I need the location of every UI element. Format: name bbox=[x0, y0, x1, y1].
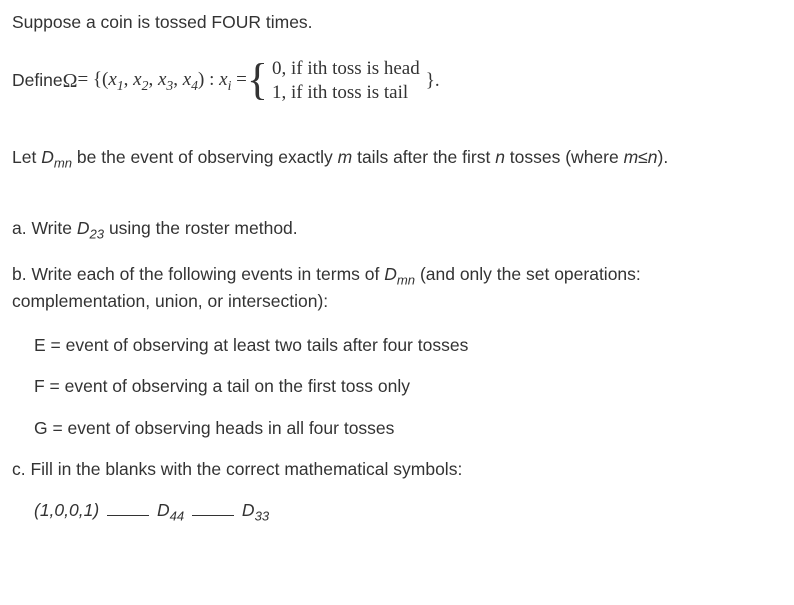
D33: D bbox=[242, 500, 255, 520]
blank-1[interactable] bbox=[107, 508, 149, 517]
D44: D bbox=[157, 500, 170, 520]
close-brace-period: }. bbox=[426, 67, 440, 95]
eq2: = bbox=[231, 69, 246, 90]
x2: x bbox=[133, 69, 141, 90]
D-mn2: D bbox=[384, 264, 397, 284]
c2: , bbox=[148, 69, 158, 90]
sub-mn2: mn bbox=[397, 272, 415, 287]
let-e: ). bbox=[658, 147, 669, 167]
n-it: n bbox=[495, 147, 505, 167]
question-c: c. Fill in the blanks with the correct m… bbox=[12, 457, 782, 482]
intro: Suppose a coin is tossed FOUR times. bbox=[12, 12, 313, 32]
intro-text: Suppose a coin is tossed FOUR times. bbox=[12, 10, 782, 35]
m-it: m bbox=[338, 147, 353, 167]
event-g: G = event of observing heads in all four… bbox=[34, 416, 782, 441]
cases-column: 0, if ith toss is head 1, if ith toss is… bbox=[272, 57, 420, 105]
D-mn: D bbox=[41, 147, 54, 167]
c3: , bbox=[173, 69, 183, 90]
blank-2[interactable] bbox=[192, 508, 234, 517]
left-brace-icon: { bbox=[247, 60, 268, 100]
qa-a: a. Write bbox=[12, 218, 77, 238]
mn-cond: m≤n bbox=[624, 147, 658, 167]
define-row: Define Ω = {(x1, x2, x3, x4) : xi = { 0,… bbox=[12, 57, 782, 105]
fill-blank-expression: (1,0,0,1) D44 D33 bbox=[34, 498, 782, 526]
sub-mn: mn bbox=[54, 155, 72, 170]
event-e: E = event of observing at least two tail… bbox=[34, 333, 782, 358]
x1: x bbox=[108, 69, 116, 90]
close-set: ) : bbox=[198, 69, 219, 90]
sub-list: E = event of observing at least two tail… bbox=[34, 333, 782, 441]
sub33: 33 bbox=[255, 509, 270, 524]
question-a: a. Write D23 using the roster method. bbox=[12, 216, 782, 244]
qa-b: using the roster method. bbox=[104, 218, 298, 238]
D23: D bbox=[77, 218, 90, 238]
event-f: F = event of observing a tail on the fir… bbox=[34, 374, 782, 399]
sub44: 44 bbox=[170, 509, 185, 524]
case-0: 0, if ith toss is head bbox=[272, 57, 420, 81]
case-1: 1, if ith toss is tail bbox=[272, 81, 420, 105]
x4s: 4 bbox=[191, 78, 198, 93]
eq1: = {( bbox=[77, 69, 108, 90]
cases-wrap: { 0, if ith toss is head 1, if ith toss … bbox=[247, 57, 420, 105]
let-c: tails after the first bbox=[352, 147, 495, 167]
eq-part1: = {(x1, x2, x3, x4) : xi = bbox=[77, 66, 246, 96]
define-prefix: Define bbox=[12, 68, 63, 93]
let-a: Let bbox=[12, 147, 41, 167]
c1: , bbox=[124, 69, 134, 90]
question-b: b. Write each of the following events in… bbox=[12, 262, 782, 315]
x4: x bbox=[183, 69, 191, 90]
let-paragraph: Let Dmn be the event of observing exactl… bbox=[12, 145, 782, 173]
x1s: 1 bbox=[117, 78, 124, 93]
qb-a: b. Write each of the following events in… bbox=[12, 264, 384, 284]
xi: x bbox=[219, 69, 227, 90]
let-d: tosses (where bbox=[505, 147, 624, 167]
sub23: 23 bbox=[89, 227, 104, 242]
let-b: be the event of observing exactly bbox=[72, 147, 338, 167]
tuple: (1,0,0,1) bbox=[34, 500, 99, 520]
omega-symbol: Ω bbox=[63, 67, 78, 96]
